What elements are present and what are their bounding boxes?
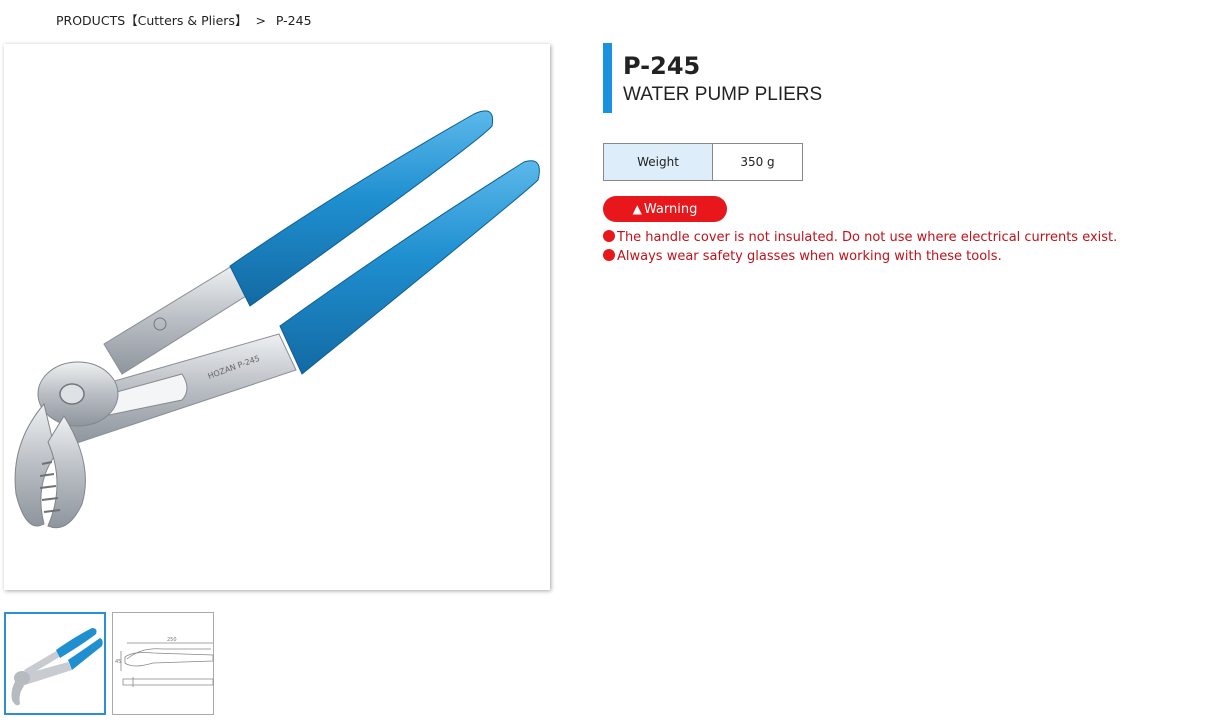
warning-item-text: The handle cover is not insulated. Do no… [617,230,1118,245]
warning-item-text: Always wear safety glasses when working … [617,249,1002,264]
red-dot-icon [603,230,615,242]
product-name: WATER PUMP PLIERS [623,84,823,105]
breadcrumb-current: P-245 [275,13,312,28]
pliers-photo: HOZAN P-245 [14,110,540,529]
warning-list: The handle cover is not insulated. Do no… [603,228,1117,266]
pliers-photo-thumbnail-image [11,628,103,706]
thumbnail-photo[interactable] [4,612,106,715]
red-dot-icon [603,249,615,261]
warning-badge: ▲ Warning [603,196,727,222]
breadcrumb-link-products[interactable]: PRODUCTS【Cutters & Pliers】 [56,13,247,28]
pliers-dimension-drawing-image: 250 45 [115,637,214,687]
breadcrumb: PRODUCTS【Cutters & Pliers】 > P-245 [56,10,312,29]
warning-item: Always wear safety glasses when working … [603,247,1117,266]
product-code: P-245 [623,52,701,80]
warning-item: The handle cover is not insulated. Do no… [603,228,1117,247]
breadcrumb-separator: > [255,13,266,28]
spec-value-weight: 350 g [712,143,803,181]
main-product-image[interactable]: HOZAN P-245 [4,44,550,590]
drawing-dimension-height: 45 [115,659,121,665]
warning-badge-label: Warning [643,202,698,217]
drawing-dimension-length: 250 [167,637,177,643]
warning-triangle-icon: ▲ [632,202,642,216]
thumbnail-drawing[interactable]: 250 45 [112,612,214,715]
spec-label-weight: Weight [603,143,713,181]
spec-table: Weight 350 g [603,143,803,181]
product-title-block: P-245 WATER PUMP PLIERS [603,43,822,113]
spec-row: Weight 350 g [603,143,803,181]
